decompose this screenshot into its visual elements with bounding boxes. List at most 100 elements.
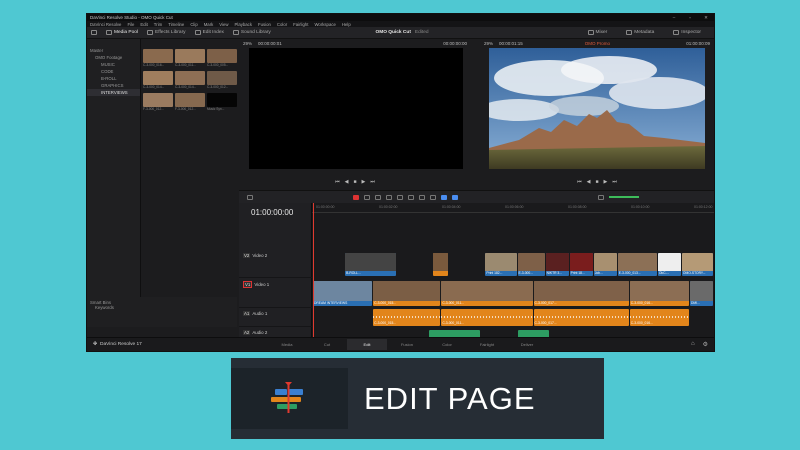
playhead[interactable]	[313, 203, 314, 339]
marker-icon[interactable]	[452, 194, 458, 200]
keywords-bin[interactable]: Keywords	[87, 304, 237, 311]
media-clip[interactable]: C-3-000_014...	[175, 71, 205, 90]
page-tab-deliver[interactable]: Deliver	[507, 339, 547, 350]
track-header-v1[interactable]: V1 Video 1	[239, 278, 312, 308]
page-tab-fairlight[interactable]: Fairlight	[467, 339, 507, 350]
a1-clip[interactable]: C-3-000_015...	[373, 309, 441, 326]
trim-tool-icon[interactable]	[364, 194, 370, 200]
v1-clip[interactable]: C-3-000_011...	[441, 281, 533, 306]
media-pool-button[interactable]: Media Pool	[106, 30, 138, 35]
track-header-a1[interactable]: A1 Audio 1	[239, 308, 312, 327]
media-clip[interactable]: C-3-000_011...	[175, 49, 205, 68]
bin-item[interactable]: Master	[87, 47, 140, 54]
settings-icon[interactable]: ⚙	[703, 341, 708, 348]
menu-item[interactable]: Fusion	[258, 22, 271, 27]
media-clip[interactable]: C-3-000_005...	[207, 49, 237, 68]
menu-item[interactable]: Workspace	[314, 22, 335, 27]
page-tab-color[interactable]: Color	[427, 339, 467, 350]
prg-play-icon[interactable]: ▶	[604, 179, 608, 185]
go-to-start-icon[interactable]: ⏮	[335, 179, 340, 185]
a1-clip[interactable]: C-3-000_016...	[629, 309, 689, 326]
bin-item[interactable]: OMO Footage	[87, 54, 140, 61]
play-reverse-icon[interactable]: ◀	[345, 179, 349, 185]
timeline-ruler[interactable]: 01:00:00:00 01:00:02:00 01:00:04:00 01:00:0…	[312, 203, 714, 213]
menu-item[interactable]: Color	[277, 22, 287, 27]
menu-item[interactable]: Timeline	[168, 22, 184, 27]
prg-go-to-start-icon[interactable]: ⏮	[577, 179, 582, 185]
v2-clip[interactable]: NIKTR 3...	[545, 253, 569, 276]
v2-clip[interactable]: E-3-000_013...	[617, 253, 657, 276]
insert-clip-icon[interactable]	[386, 194, 392, 200]
media-clip[interactable]: C-3-000_012...	[207, 71, 237, 90]
v2-clip[interactable]: E-3-000...	[517, 253, 545, 276]
prg-play-reverse-icon[interactable]: ◀	[587, 179, 591, 185]
layout-icon[interactable]	[247, 194, 253, 200]
menu-item[interactable]: Mark	[204, 22, 214, 27]
media-clip[interactable]: C-3-000_014...	[143, 71, 173, 90]
media-clip[interactable]: Music Syn...	[207, 93, 237, 112]
v2-clip[interactable]: Job...	[593, 253, 617, 276]
metadata-button[interactable]: Metadata	[626, 30, 654, 35]
media-clip[interactable]: F-3-000_012...	[143, 93, 173, 112]
menu-item[interactable]: DaVinci Resolve	[90, 22, 121, 27]
v1-clip[interactable]: C-3-000_015...	[373, 281, 441, 306]
selection-tool-icon[interactable]	[353, 194, 359, 200]
minimize-button[interactable]: –	[666, 15, 682, 20]
menu-item[interactable]: Help	[342, 22, 351, 27]
bin-item[interactable]: CODE	[87, 68, 140, 75]
source-screen[interactable]	[249, 48, 463, 169]
v2-clip[interactable]: OkC-...	[657, 253, 681, 276]
v2-clip[interactable]: Print 18...	[569, 253, 593, 276]
replace-clip-icon[interactable]	[408, 194, 414, 200]
program-zoom[interactable]: 29%	[484, 41, 493, 46]
menu-item[interactable]: Playback	[235, 22, 252, 27]
menu-item[interactable]: Fairlight	[293, 22, 308, 27]
bin-item[interactable]: GRAPHICS	[87, 82, 140, 89]
sound-library-button[interactable]: Sound Library	[232, 30, 271, 35]
v1-clip[interactable]: C-3-000_017...	[533, 281, 629, 306]
speaker-icon[interactable]	[598, 194, 604, 200]
media-clip[interactable]: F-3-000_012...	[175, 93, 205, 112]
effects-library-button[interactable]: Effects Library	[147, 30, 186, 35]
page-tab-media[interactable]: Media	[267, 339, 307, 350]
v2-clip[interactable]	[433, 253, 449, 276]
link-icon[interactable]	[430, 194, 436, 200]
menu-item[interactable]: View	[219, 22, 228, 27]
bin-item[interactable]: MUSIC	[87, 61, 140, 68]
source-zoom[interactable]: 29%	[243, 41, 252, 46]
page-tab-edit[interactable]: Edit	[347, 339, 387, 350]
v2-clip[interactable]: Print 182...	[485, 253, 517, 276]
v2-clip[interactable]: OMO-STORY...	[681, 253, 713, 276]
bin-item[interactable]: INTERVIEWS	[87, 89, 140, 96]
menu-item[interactable]: Clip	[190, 22, 197, 27]
bin-item[interactable]: B-ROLL	[87, 75, 140, 82]
prg-stop-icon[interactable]: ■	[595, 179, 598, 185]
v1-clip[interactable]: C-3-000_016...	[629, 281, 689, 306]
inspector-button[interactable]: Inspector	[673, 30, 701, 35]
media-clip[interactable]: C-3-000_016...	[143, 49, 173, 68]
page-tab-fusion[interactable]: Fusion	[387, 339, 427, 350]
close-button[interactable]: ✕	[698, 15, 714, 21]
expand-panel-button[interactable]	[91, 30, 97, 35]
edit-index-button[interactable]: Edit Index	[194, 30, 224, 35]
v1-clip[interactable]: DREAM INTERVIEWS	[313, 281, 373, 306]
overwrite-clip-icon[interactable]	[397, 194, 403, 200]
menu-item[interactable]: File	[127, 22, 134, 27]
play-icon[interactable]: ▶	[362, 179, 366, 185]
a1-clip[interactable]: C-3-000_011...	[441, 309, 533, 326]
volume-slider[interactable]	[609, 196, 639, 198]
page-tab-cut[interactable]: Cut	[307, 339, 347, 350]
program-screen[interactable]	[489, 48, 705, 169]
home-icon[interactable]: ⌂	[691, 341, 695, 348]
stop-icon[interactable]: ■	[353, 179, 356, 185]
menu-item[interactable]: Trim	[154, 22, 162, 27]
snapping-icon[interactable]	[419, 194, 425, 200]
prg-go-to-end-icon[interactable]: ⏭	[612, 179, 617, 185]
maximize-button[interactable]: ▫	[682, 15, 698, 20]
menu-item[interactable]: Edit	[140, 22, 147, 27]
a1-clip[interactable]: C-3-000_017...	[533, 309, 629, 326]
timeline-name[interactable]: OMO Promo	[585, 41, 610, 46]
go-to-end-icon[interactable]: ⏭	[370, 179, 375, 185]
v2-clip[interactable]: B-ROLL...	[345, 253, 397, 276]
v1-clip[interactable]: DMI...	[689, 281, 713, 306]
